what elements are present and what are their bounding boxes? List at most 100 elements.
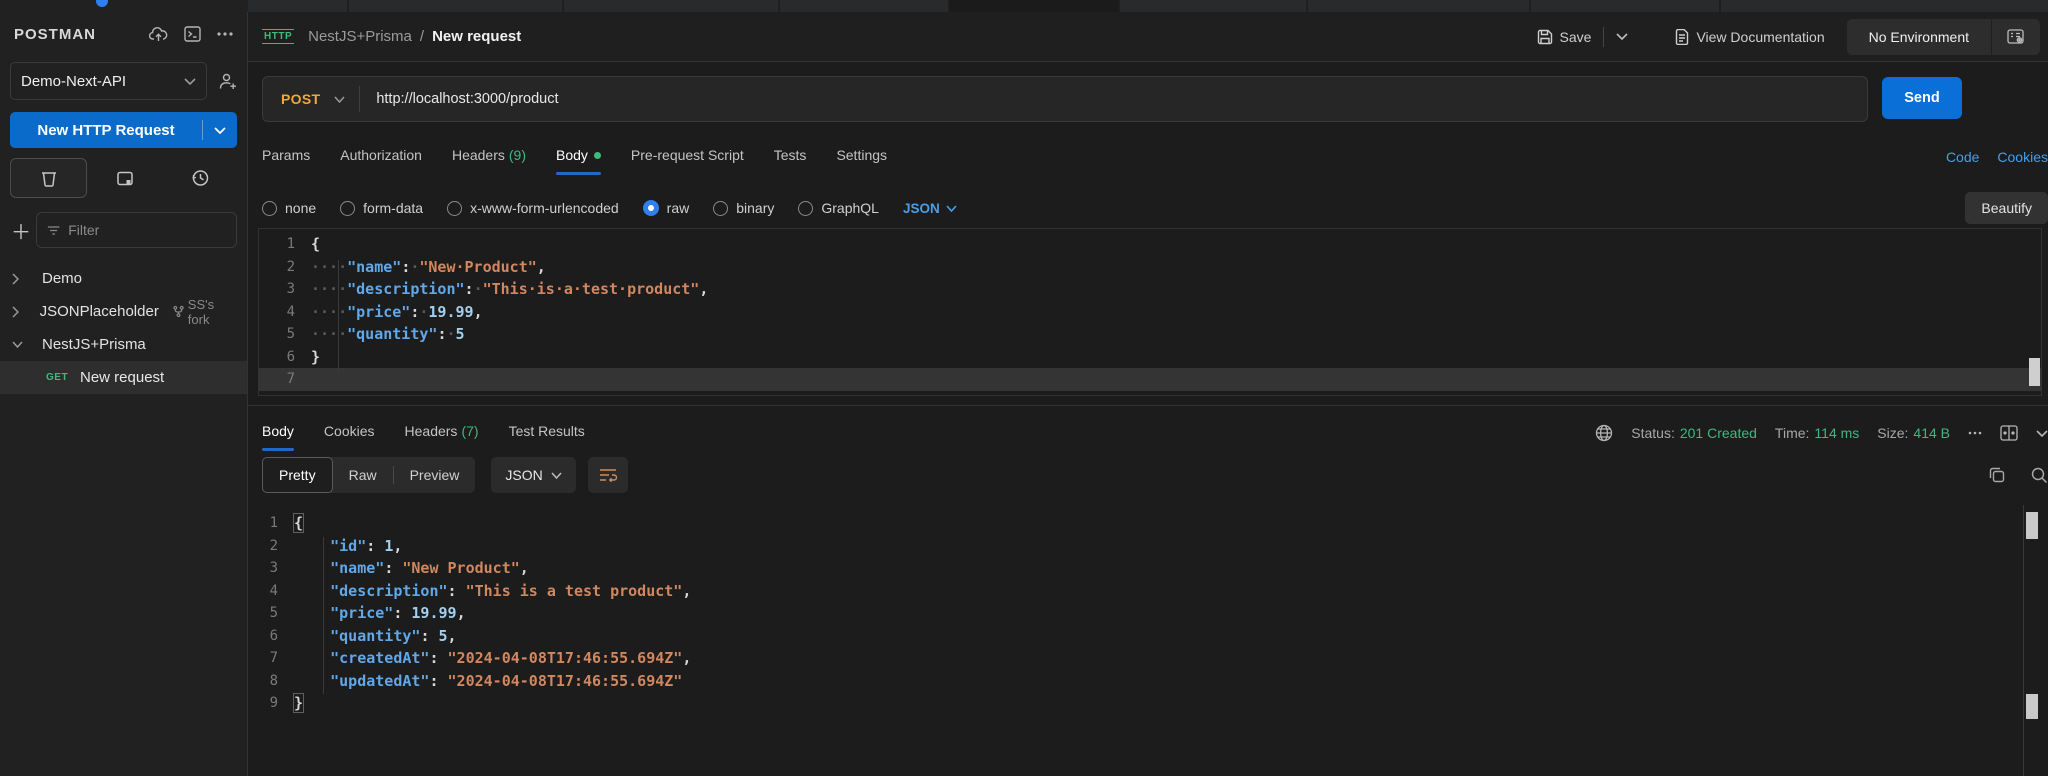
line-number: 8 (248, 673, 294, 689)
search-icon[interactable] (2031, 467, 2048, 484)
line-number: 6 (248, 628, 294, 644)
request-body-editor[interactable]: 1{2····"name":·"New·Product",3····"descr… (258, 228, 2042, 396)
line-number: 2 (248, 538, 294, 554)
code-line: 5 "price": 19.99, (248, 602, 2042, 625)
request-tabs: Params Authorization Headers(9) Body Pre… (262, 140, 2048, 174)
view-pretty[interactable]: Pretty (262, 457, 333, 493)
status-value[interactable]: 201 Created (1680, 425, 1757, 441)
tab-authorization[interactable]: Authorization (340, 147, 422, 167)
tab-pre-request-script[interactable]: Pre-request Script (631, 147, 744, 167)
body-mode-row: none form-data x-www-form-urlencoded raw… (262, 188, 2048, 228)
view-preview[interactable]: Preview (394, 458, 476, 492)
collection-demo[interactable]: Demo (0, 262, 247, 295)
add-collection-icon[interactable]: ＋ (6, 216, 36, 245)
code-line[interactable]: 7 (259, 368, 2041, 391)
filter-input-wrap (36, 212, 237, 248)
save-options-chevron[interactable] (1616, 33, 1635, 40)
beautify-button[interactable]: Beautify (1965, 192, 2048, 224)
split-pane-icon[interactable] (2000, 425, 2018, 441)
new-http-request-button[interactable]: New HTTP Request (10, 112, 237, 148)
history-icon[interactable] (162, 158, 237, 198)
collapse-response-chevron[interactable] (2036, 430, 2048, 437)
view-documentation-button[interactable]: View Documentation (1675, 29, 1824, 45)
code-line[interactable]: 3····"description":·"This·is·a·test·prod… (259, 278, 2041, 301)
indent-guide (323, 537, 324, 694)
mode-form-data[interactable]: form-data (340, 200, 423, 216)
mode-none[interactable]: none (262, 200, 316, 216)
mode-raw[interactable]: raw (643, 200, 690, 216)
more-actions-icon[interactable] (1968, 431, 1982, 435)
filter-input[interactable] (68, 222, 226, 238)
radio-selected-icon (643, 200, 659, 216)
response-language-selector[interactable]: JSON (491, 457, 575, 493)
collection-nestjs-prisma[interactable]: NestJS+Prisma (0, 328, 247, 361)
mode-x-www-form-urlencoded[interactable]: x-www-form-urlencoded (447, 200, 619, 216)
tab-settings[interactable]: Settings (836, 147, 887, 167)
response-meta: Status: 201 Created Time: 114 ms Size: 4… (1595, 424, 1950, 442)
size-value[interactable]: 414 B (1913, 425, 1950, 441)
breadcrumb-separator: / (420, 28, 424, 45)
tab-tests[interactable]: Tests (774, 147, 807, 167)
mode-binary[interactable]: binary (713, 200, 774, 216)
more-icon[interactable] (217, 32, 233, 36)
code-line[interactable]: 2····"name":·"New·Product", (259, 256, 2041, 279)
url-input[interactable] (360, 91, 1867, 107)
breadcrumb-collection[interactable]: NestJS+Prisma (308, 28, 412, 45)
pane-divider[interactable] (248, 405, 2048, 406)
tab-headers[interactable]: Headers(9) (452, 147, 526, 167)
scrollbar-track[interactable] (2023, 505, 2024, 776)
wrap-line-icon[interactable] (588, 457, 628, 493)
line-number: 4 (248, 583, 294, 599)
cloud-upload-icon[interactable] (149, 27, 168, 42)
environment-name[interactable]: No Environment (1847, 29, 1991, 45)
code-link[interactable]: Code (1946, 149, 1979, 165)
workspace-selector[interactable]: Demo-Next-API (10, 62, 207, 100)
globe-icon (1595, 424, 1613, 442)
response-tab-test-results[interactable]: Test Results (509, 423, 585, 443)
method-selector[interactable]: POST (263, 91, 334, 107)
environment-quicklook-icon[interactable] (1992, 29, 2040, 45)
code-line: 9} (248, 692, 2042, 715)
method-chevron-icon[interactable] (334, 96, 359, 103)
breadcrumb-request[interactable]: New request (432, 28, 521, 45)
response-view-row: Pretty Raw Preview JSON (262, 455, 2048, 495)
time-value[interactable]: 114 ms (1814, 425, 1859, 441)
environments-icon[interactable] (87, 158, 162, 198)
console-icon[interactable] (184, 26, 201, 42)
code-line[interactable]: 4····"price":·19.99, (259, 301, 2041, 324)
code-line[interactable]: 1{ (259, 233, 2041, 256)
fork-icon (173, 305, 184, 318)
code-line[interactable]: 6} (259, 346, 2041, 369)
scrollbar-thumb[interactable] (2026, 694, 2038, 719)
collection-jsonplaceholder[interactable]: JSONPlaceholder SS's fork (0, 295, 247, 328)
response-headers-count: (7) (461, 423, 478, 439)
request-new-request[interactable]: GET New request (0, 361, 247, 394)
response-tab-body[interactable]: Body (262, 423, 294, 443)
mode-graphql[interactable]: GraphQL (798, 200, 879, 216)
raw-language-selector[interactable]: JSON (903, 201, 957, 216)
save-icon (1537, 29, 1553, 45)
response-tab-cookies[interactable]: Cookies (324, 423, 375, 443)
copy-icon[interactable] (1989, 467, 2005, 483)
cookies-link[interactable]: Cookies (1997, 149, 2048, 165)
save-button[interactable]: Save (1537, 29, 1592, 45)
new-request-options-chevron[interactable] (203, 127, 237, 134)
scrollbar-thumb[interactable] (2029, 358, 2040, 386)
headers-count: (9) (509, 147, 526, 163)
tab-segment (948, 0, 1118, 12)
collections-icon[interactable] (10, 158, 87, 198)
scrollbar-thumb[interactable] (2026, 512, 2038, 539)
workspace-name: Demo-Next-API (21, 73, 126, 90)
postman-logo: POSTMAN (14, 26, 96, 43)
view-raw[interactable]: Raw (333, 458, 393, 492)
code-line[interactable]: 5····"quantity":·5 (259, 323, 2041, 346)
response-tab-headers[interactable]: Headers(7) (405, 423, 479, 443)
send-button[interactable]: Send (1882, 77, 1962, 119)
invite-user-icon[interactable] (219, 73, 237, 90)
code-line: 1{ (248, 512, 2042, 535)
chevron-down-icon (12, 341, 42, 348)
tab-body[interactable]: Body (556, 147, 601, 167)
response-header: Body Cookies Headers(7) Test Results Sta… (262, 414, 2048, 452)
line-number: 7 (248, 650, 294, 666)
tab-params[interactable]: Params (262, 147, 310, 167)
